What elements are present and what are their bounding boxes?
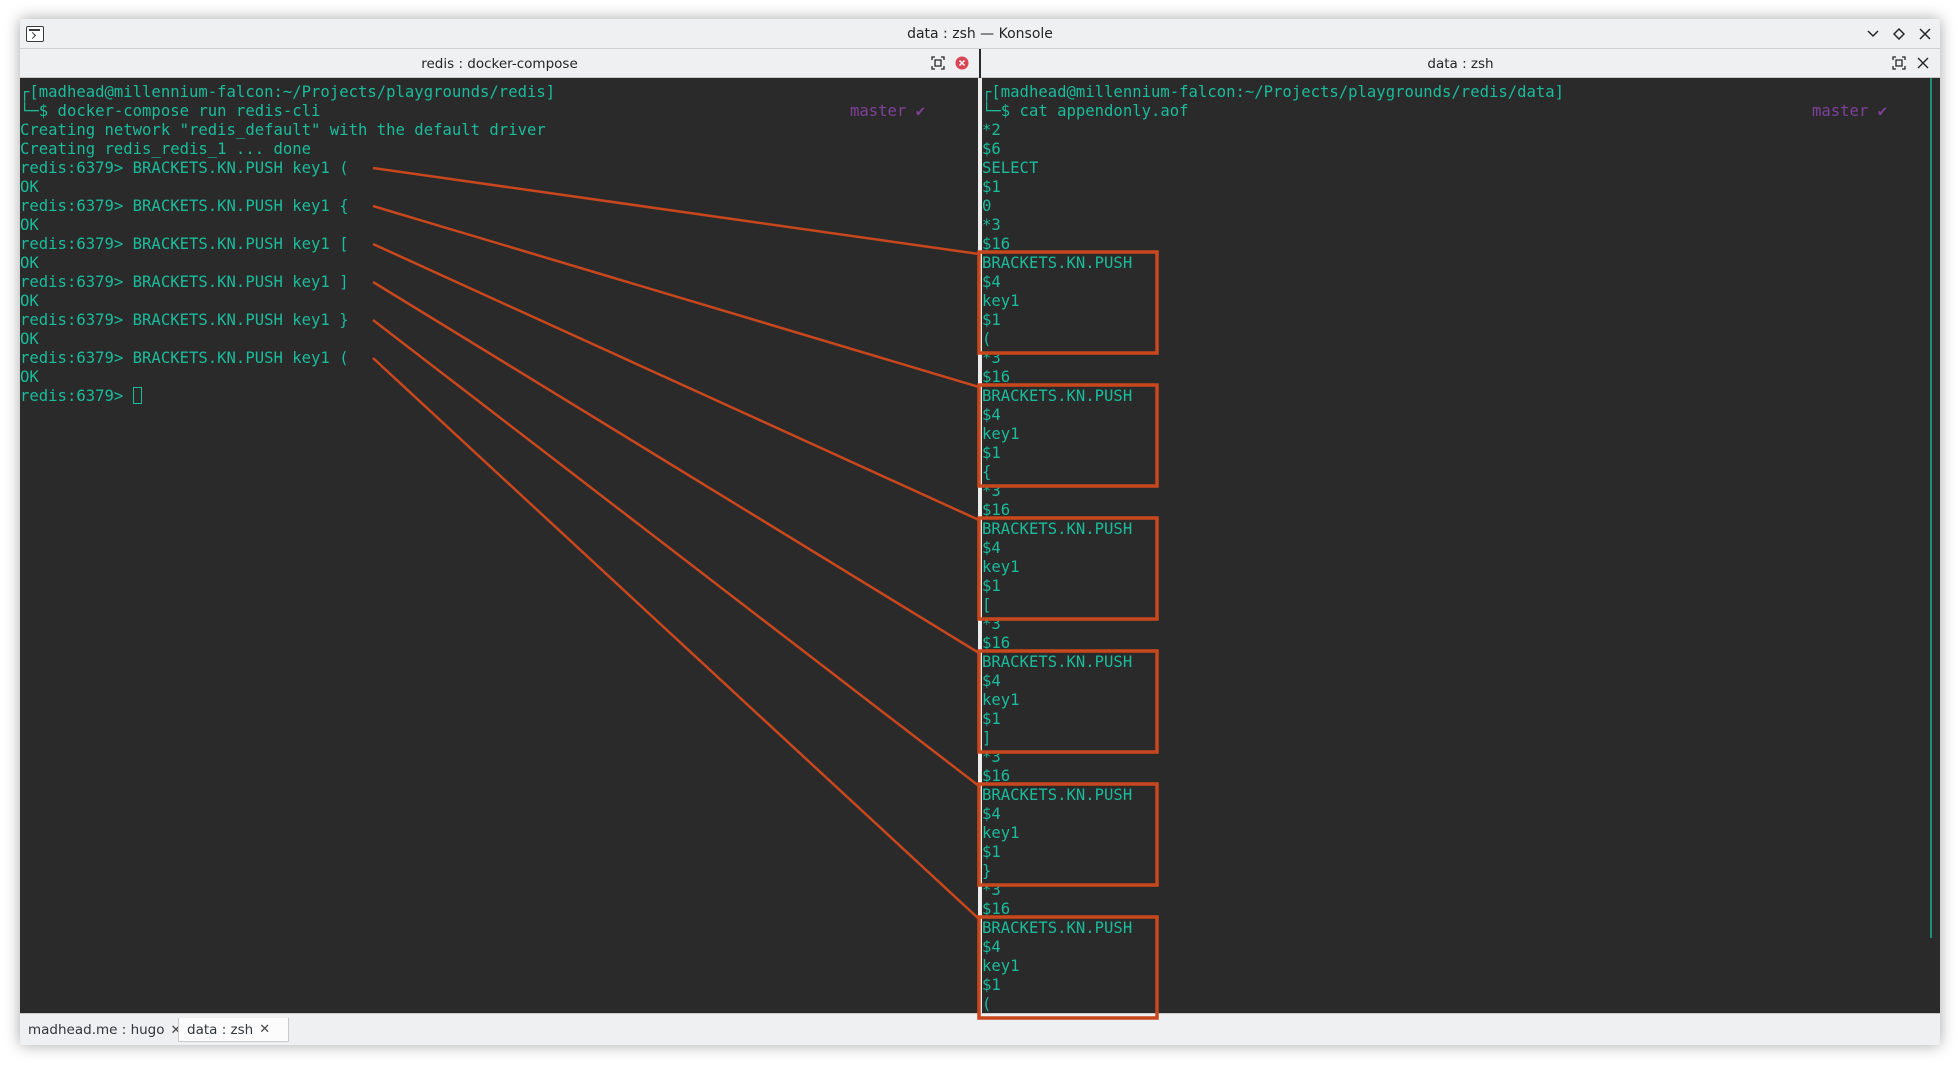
terminal-line: ┌[madhead@millennium-falcon:~/Projects/p… bbox=[982, 83, 1565, 101]
maximize-pane-icon[interactable] bbox=[930, 55, 946, 71]
terminal-line: $6 bbox=[982, 140, 1001, 158]
terminal-line: BRACKETS.KN.PUSH bbox=[982, 653, 1133, 671]
terminal-line: $4 bbox=[982, 938, 1001, 956]
close-pane-icon[interactable] bbox=[1915, 55, 1931, 71]
tab-label: data : zsh bbox=[187, 1021, 254, 1038]
terminal-line: OK bbox=[20, 368, 39, 386]
tab-hugo[interactable]: madhead.me : hugo ✕ bbox=[20, 1018, 199, 1042]
terminal-line: BRACKETS.KN.PUSH bbox=[982, 254, 1133, 272]
terminal-line: BRACKETS.KN.PUSH bbox=[982, 786, 1133, 804]
terminal-line: ┌[madhead@millennium-falcon:~/Projects/p… bbox=[20, 83, 556, 101]
terminal-line: *3 bbox=[982, 482, 1001, 500]
terminal-line: key1 bbox=[982, 292, 1020, 310]
terminal-line: Creating redis_redis_1 ... done bbox=[20, 140, 312, 158]
close-tab-icon[interactable]: ✕ bbox=[259, 1022, 270, 1037]
terminal-line: 0 bbox=[982, 197, 992, 215]
terminal-line: $16 bbox=[982, 634, 1011, 652]
terminal-line: *3 bbox=[982, 615, 1001, 633]
terminal-line: $1 bbox=[982, 710, 1001, 728]
left-pane-title: redis : docker-compose bbox=[421, 56, 578, 72]
maximize-pane-icon[interactable] bbox=[1891, 55, 1907, 71]
terminal-line: $16 bbox=[982, 368, 1011, 386]
terminal-line: $16 bbox=[982, 235, 1011, 253]
terminal-line: $16 bbox=[982, 900, 1011, 918]
terminal-line: redis:6379> BRACKETS.KN.PUSH key1 [ bbox=[20, 235, 349, 253]
terminal-line: ( bbox=[982, 330, 992, 348]
terminal-line: OK bbox=[20, 254, 39, 272]
terminal-line: $1 bbox=[982, 843, 1001, 861]
terminal-line: key1 bbox=[982, 558, 1020, 576]
terminal-line: $16 bbox=[982, 501, 1011, 519]
terminal-line: redis:6379> bbox=[20, 387, 555, 406]
scrollbar[interactable] bbox=[1930, 78, 1932, 938]
terminal-line: { bbox=[982, 463, 992, 481]
window-titlebar[interactable]: data : zsh — Konsole bbox=[20, 19, 1940, 49]
terminal-line: └─$ docker-compose run redis-cli bbox=[20, 102, 321, 120]
tab-bar: madhead.me : hugo ✕ data : zsh ✕ bbox=[20, 1013, 1940, 1045]
terminal-line: *3 bbox=[982, 881, 1001, 899]
terminal-line: *2 bbox=[982, 121, 1001, 139]
terminal-line: redis:6379> BRACKETS.KN.PUSH key1 } bbox=[20, 311, 349, 329]
left-terminal[interactable]: ┌[madhead@millennium-falcon:~/Projects/p… bbox=[20, 78, 978, 1013]
text-cursor bbox=[132, 387, 142, 404]
terminal-line: [ bbox=[982, 596, 992, 614]
terminal-line: BRACKETS.KN.PUSH bbox=[982, 387, 1133, 405]
close-icon[interactable] bbox=[1914, 22, 1936, 46]
terminal-line: redis:6379> BRACKETS.KN.PUSH key1 ( bbox=[20, 349, 349, 367]
terminal-line: *3 bbox=[982, 748, 1001, 766]
terminal-line: $1 bbox=[982, 976, 1001, 994]
terminal-line: key1 bbox=[982, 957, 1020, 975]
terminal-line: OK bbox=[20, 292, 39, 310]
maximize-icon[interactable] bbox=[1888, 22, 1910, 46]
terminal-line: $1 bbox=[982, 178, 1001, 196]
terminal-line: key1 bbox=[982, 425, 1020, 443]
window-controls bbox=[1862, 22, 1936, 46]
konsole-window: data : zsh — Konsole redis : docker-comp… bbox=[20, 19, 1940, 1045]
terminal-line: Creating network "redis_default" with th… bbox=[20, 121, 546, 139]
tab-label: madhead.me : hugo bbox=[28, 1022, 165, 1038]
terminal-line: OK bbox=[20, 178, 39, 196]
git-status: master ✔ bbox=[1812, 102, 1888, 120]
terminal-line: $1 bbox=[982, 311, 1001, 329]
terminal-line: SELECT bbox=[982, 159, 1039, 177]
terminal-line: key1 bbox=[982, 691, 1020, 709]
right-terminal[interactable]: ┌[madhead@millennium-falcon:~/Projects/p… bbox=[982, 78, 1940, 1013]
left-pane-header: redis : docker-compose bbox=[20, 49, 979, 78]
terminal-line: $4 bbox=[982, 406, 1001, 424]
terminal-line: $4 bbox=[982, 672, 1001, 690]
terminal-line: ( bbox=[982, 995, 992, 1013]
right-terminal-output: ┌[madhead@millennium-falcon:~/Projects/p… bbox=[982, 83, 1564, 1013]
terminal-line: key1 bbox=[982, 824, 1020, 842]
terminal-line: OK bbox=[20, 216, 39, 234]
tab-data-zsh[interactable]: data : zsh ✕ bbox=[178, 1018, 290, 1042]
window-title: data : zsh — Konsole bbox=[907, 26, 1053, 42]
terminal-line: $1 bbox=[982, 444, 1001, 462]
git-status: master ✔ bbox=[850, 102, 926, 120]
terminal-line: *3 bbox=[982, 216, 1001, 234]
terminal-line: redis:6379> BRACKETS.KN.PUSH key1 ( bbox=[20, 159, 349, 177]
terminal-line: redis:6379> BRACKETS.KN.PUSH key1 { bbox=[20, 197, 349, 215]
terminal-line: redis:6379> BRACKETS.KN.PUSH key1 ] bbox=[20, 273, 349, 291]
terminal-line: *3 bbox=[982, 349, 1001, 367]
terminal-line: OK bbox=[20, 330, 39, 348]
terminal-line: $16 bbox=[982, 767, 1011, 785]
terminal-line: $4 bbox=[982, 805, 1001, 823]
terminal-line: $4 bbox=[982, 539, 1001, 557]
left-terminal-output: ┌[madhead@millennium-falcon:~/Projects/p… bbox=[20, 83, 555, 406]
terminal-line: $1 bbox=[982, 577, 1001, 595]
minimize-icon[interactable] bbox=[1862, 22, 1884, 46]
terminal-line: $4 bbox=[982, 273, 1001, 291]
terminal-line: } bbox=[982, 862, 992, 880]
right-pane-title: data : zsh bbox=[1427, 56, 1494, 72]
terminal-line: BRACKETS.KN.PUSH bbox=[982, 520, 1133, 538]
close-pane-icon[interactable] bbox=[954, 55, 970, 71]
terminal-line: BRACKETS.KN.PUSH bbox=[982, 919, 1133, 937]
terminal-line: ] bbox=[982, 729, 992, 747]
right-pane-header: data : zsh bbox=[981, 49, 1940, 78]
terminal-line: └─$ cat appendonly.aof bbox=[982, 102, 1189, 120]
